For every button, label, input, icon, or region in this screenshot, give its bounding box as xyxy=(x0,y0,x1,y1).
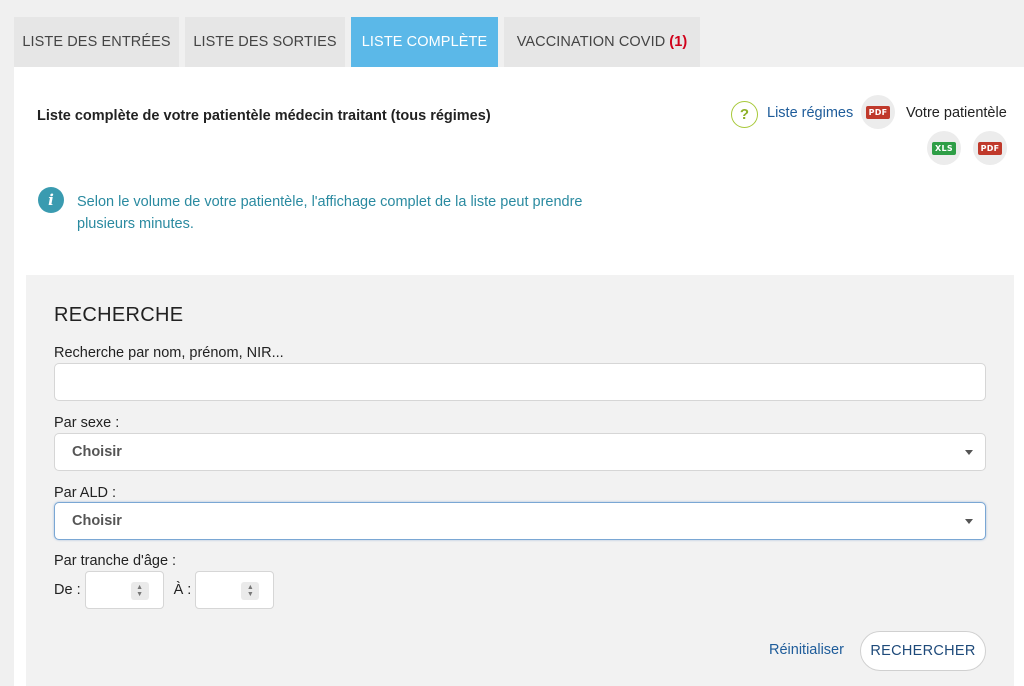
info-icon: i xyxy=(38,187,64,213)
age-range-row: De : ▲ ▼ À : ▲ ▼ xyxy=(54,571,284,609)
tab-vaccination-covid[interactable]: VACCINATION COVID (1) xyxy=(504,17,700,67)
age-from-input[interactable]: ▲ ▼ xyxy=(84,571,164,609)
sex-select[interactable]: Choisir xyxy=(54,433,986,471)
tab-label: LISTE DES SORTIES xyxy=(193,34,337,50)
sex-select-value: Choisir xyxy=(72,444,122,460)
ald-select[interactable]: Choisir xyxy=(54,502,986,540)
tab-entrees[interactable]: LISTE DES ENTRÉES xyxy=(14,17,179,67)
chevron-down-icon xyxy=(965,519,973,524)
chevron-up-icon: ▲ xyxy=(136,584,144,591)
patientele-label: Votre patientèle xyxy=(906,105,1007,121)
tab-bar: LISTE DES ENTRÉES LISTE DES SORTIES LIST… xyxy=(14,17,706,67)
tab-label: VACCINATION COVID xyxy=(516,34,666,50)
age-range-label: Par tranche d'âge : xyxy=(54,553,177,569)
search-title: RECHERCHE xyxy=(54,304,184,326)
name-search-input[interactable] xyxy=(54,363,986,401)
tab-label: LISTE DES ENTRÉES xyxy=(22,34,171,50)
info-message: Selon le volume de votre patientèle, l'a… xyxy=(77,194,583,232)
age-from-stepper[interactable]: ▲ ▼ xyxy=(130,582,149,600)
tab-count-badge: (1) xyxy=(669,34,688,50)
name-search-label: Recherche par nom, prénom, NIR... xyxy=(54,345,284,361)
chevron-down-icon: ▼ xyxy=(246,591,254,598)
age-from-label: De : xyxy=(54,582,81,598)
age-to-stepper[interactable]: ▲ ▼ xyxy=(241,582,260,600)
reset-link[interactable]: Réinitialiser xyxy=(769,642,844,658)
page-title: Liste complète de votre patientèle médec… xyxy=(37,108,491,124)
ald-label: Par ALD : xyxy=(54,485,117,501)
ald-select-value: Choisir xyxy=(72,513,122,529)
chevron-down-icon: ▼ xyxy=(136,591,144,598)
help-icon[interactable]: ? xyxy=(731,101,758,128)
tab-liste-complete[interactable]: LISTE COMPLÈTE xyxy=(351,17,498,67)
patientele-pdf-button[interactable]: PDF xyxy=(973,131,1007,165)
age-to-label: À : xyxy=(173,582,192,598)
regimes-pdf-button[interactable]: PDF xyxy=(861,95,895,129)
chevron-up-icon: ▲ xyxy=(246,584,254,591)
pdf-icon: PDF xyxy=(977,141,1003,155)
patientele-xls-button[interactable]: XLS xyxy=(927,131,961,165)
chevron-down-icon xyxy=(965,450,973,455)
pdf-icon: PDF xyxy=(865,105,891,119)
main-panel: Liste complète de votre patientèle médec… xyxy=(14,67,1024,686)
age-to-input[interactable]: ▲ ▼ xyxy=(195,571,275,609)
search-button[interactable]: RECHERCHER xyxy=(860,631,986,671)
search-section: RECHERCHE Recherche par nom, prénom, NIR… xyxy=(26,275,1014,686)
tab-label: LISTE COMPLÈTE xyxy=(361,34,488,50)
xls-icon: XLS xyxy=(932,141,956,155)
sex-label: Par sexe : xyxy=(54,415,120,431)
tab-sorties[interactable]: LISTE DES SORTIES xyxy=(185,17,345,67)
liste-regimes-link[interactable]: Liste régimes xyxy=(767,105,853,121)
